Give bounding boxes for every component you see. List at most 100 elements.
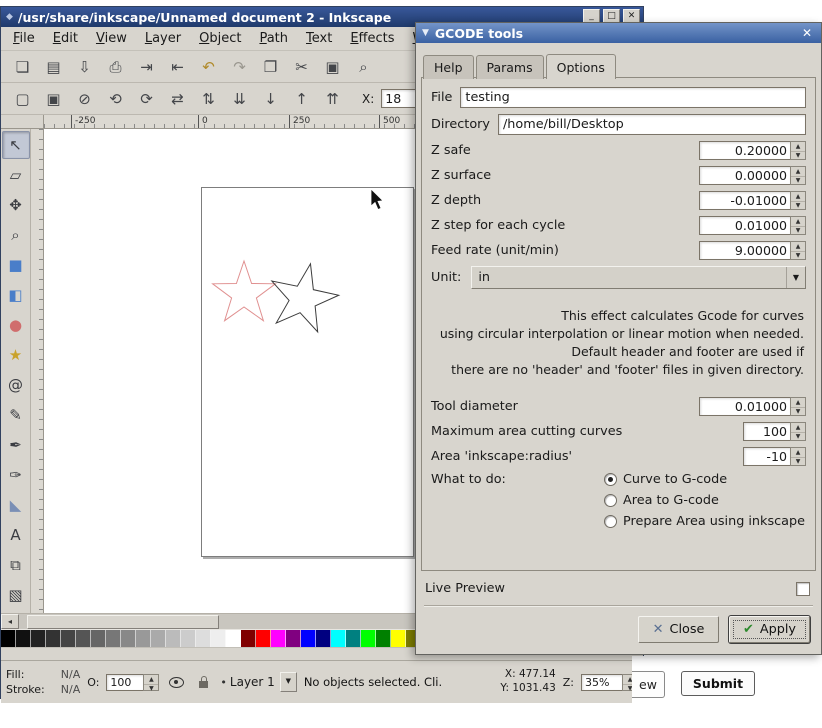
tool-diameter-spinner-buttons[interactable] bbox=[790, 397, 806, 416]
palette-swatch[interactable] bbox=[46, 630, 61, 647]
menu-item-text[interactable]: Text bbox=[297, 28, 341, 49]
ellipse-tool[interactable]: ● bbox=[2, 311, 30, 339]
selector-tool[interactable]: ↖ bbox=[1, 131, 30, 159]
cut-button[interactable]: ✂ bbox=[288, 53, 315, 80]
dock-arrow-icon[interactable]: ▼ bbox=[422, 28, 429, 38]
palette-swatch[interactable] bbox=[31, 630, 46, 647]
redo-button[interactable]: ↷ bbox=[226, 53, 253, 80]
dialog-titlebar[interactable]: ▼ GCODE tools ✕ bbox=[416, 23, 821, 43]
z-safe-spinner-buttons[interactable] bbox=[790, 141, 806, 160]
select-all-button[interactable]: ▢ bbox=[9, 85, 36, 112]
area-radius-input[interactable]: -10 bbox=[743, 447, 806, 466]
apply-button[interactable]: ✔ Apply bbox=[729, 616, 810, 643]
menu-item-edit[interactable]: Edit bbox=[44, 28, 87, 49]
radio-button[interactable] bbox=[604, 494, 617, 507]
palette-swatch[interactable] bbox=[376, 630, 391, 647]
node-tool[interactable]: ▱ bbox=[2, 161, 30, 189]
tool-diameter-input[interactable]: 0.01000 bbox=[699, 397, 806, 416]
palette-swatch[interactable] bbox=[391, 630, 406, 647]
print-button[interactable]: ⎙ bbox=[102, 53, 129, 80]
feed-rate-spinner-buttons[interactable] bbox=[790, 241, 806, 260]
palette-swatch[interactable] bbox=[271, 630, 286, 647]
palette-swatch[interactable] bbox=[346, 630, 361, 647]
palette-swatch[interactable] bbox=[151, 630, 166, 647]
radio-button-selected[interactable] bbox=[604, 473, 617, 486]
raise-button[interactable]: ↑ bbox=[288, 85, 315, 112]
gradient-tool[interactable]: ▧ bbox=[2, 581, 30, 609]
radio-option-prepare-area[interactable]: Prepare Area using inkscape bbox=[604, 514, 806, 529]
pink-star-shape[interactable] bbox=[211, 259, 277, 322]
flip-horizontal-button[interactable]: ⇄ bbox=[164, 85, 191, 112]
undo-button[interactable]: ↶ bbox=[195, 53, 222, 80]
z-surface-input[interactable]: 0.00000 bbox=[699, 166, 806, 185]
zoom-input[interactable]: 35% bbox=[581, 673, 638, 691]
palette-swatch[interactable] bbox=[286, 630, 301, 647]
rectangle-tool[interactable]: ■ bbox=[2, 251, 30, 279]
menu-item-effects[interactable]: Effects bbox=[341, 28, 403, 49]
palette-swatch[interactable] bbox=[91, 630, 106, 647]
export-button[interactable]: ⇤ bbox=[164, 53, 191, 80]
palette-swatch[interactable] bbox=[61, 630, 76, 647]
max-area-spinner-buttons[interactable] bbox=[790, 422, 806, 441]
menu-item-object[interactable]: Object bbox=[190, 28, 250, 49]
copy-button[interactable]: ❐ bbox=[257, 53, 284, 80]
layer-lock-toggle[interactable] bbox=[193, 672, 213, 692]
scroll-left-button[interactable]: ◂ bbox=[1, 614, 19, 629]
layer-visibility-toggle[interactable] bbox=[166, 672, 186, 692]
text-tool[interactable]: A bbox=[2, 521, 30, 549]
menu-item-path[interactable]: Path bbox=[250, 28, 297, 49]
new-document-button[interactable]: ❏ bbox=[9, 53, 36, 80]
dialog-close-icon[interactable]: ✕ bbox=[799, 26, 815, 40]
z-step-spinner-buttons[interactable] bbox=[790, 216, 806, 235]
z-depth-spinner-buttons[interactable] bbox=[790, 191, 806, 210]
rotate-ccw-button[interactable]: ⟲ bbox=[102, 85, 129, 112]
palette-swatch[interactable] bbox=[241, 630, 256, 647]
layer-dropdown-arrow[interactable]: ▼ bbox=[279, 672, 297, 692]
palette-swatch[interactable] bbox=[121, 630, 136, 647]
open-document-button[interactable]: ▤ bbox=[40, 53, 67, 80]
flip-vertical-button[interactable]: ⇅ bbox=[195, 85, 222, 112]
radio-option-area-to-gcode[interactable]: Area to G-code bbox=[604, 493, 806, 508]
vertical-ruler[interactable] bbox=[31, 129, 44, 613]
paste-button[interactable]: ▣ bbox=[319, 53, 346, 80]
tab-params[interactable]: Params bbox=[475, 55, 544, 79]
3dbox-tool[interactable]: ◧ bbox=[2, 281, 30, 309]
paint-bucket-tool[interactable]: ◣ bbox=[2, 491, 30, 519]
lower-button[interactable]: ↓ bbox=[257, 85, 284, 112]
radio-button[interactable] bbox=[604, 515, 617, 528]
palette-swatch[interactable] bbox=[76, 630, 91, 647]
star-tool[interactable]: ★ bbox=[2, 341, 30, 369]
combo-arrow-icon[interactable]: ▼ bbox=[785, 267, 805, 288]
z-safe-input[interactable]: 0.20000 bbox=[699, 141, 806, 160]
palette-swatch[interactable] bbox=[211, 630, 226, 647]
pen-tool[interactable]: ✒ bbox=[2, 431, 30, 459]
palette-swatch[interactable] bbox=[16, 630, 31, 647]
palette-swatch[interactable] bbox=[226, 630, 241, 647]
area-radius-spinner-buttons[interactable] bbox=[790, 447, 806, 466]
rotate-cw-button[interactable]: ⟳ bbox=[133, 85, 160, 112]
deselect-button[interactable]: ⊘ bbox=[71, 85, 98, 112]
lower-to-bottom-button[interactable]: ⇊ bbox=[226, 85, 253, 112]
palette-swatch[interactable] bbox=[1, 630, 16, 647]
layer-selector[interactable]: • Layer 1 ▼ bbox=[220, 672, 297, 692]
menu-item-layer[interactable]: Layer bbox=[136, 28, 190, 49]
zoom-drawing-button[interactable]: ⌕ bbox=[350, 53, 377, 80]
spiral-tool[interactable]: @ bbox=[2, 371, 30, 399]
palette-swatch[interactable] bbox=[316, 630, 331, 647]
tab-help[interactable]: Help bbox=[423, 55, 474, 79]
radio-option-curve-to-gcode[interactable]: Curve to G-code bbox=[604, 472, 806, 487]
opacity-input[interactable]: 100 bbox=[106, 673, 160, 691]
calligraphy-tool[interactable]: ✑ bbox=[2, 461, 30, 489]
connector-tool[interactable]: ⧉ bbox=[2, 551, 30, 579]
file-input[interactable]: testing bbox=[460, 87, 806, 108]
palette-swatch[interactable] bbox=[361, 630, 376, 647]
dialog-close-button[interactable]: ✕ Close bbox=[638, 616, 719, 643]
feed-rate-input[interactable]: 9.00000 bbox=[699, 241, 806, 260]
live-preview-checkbox[interactable] bbox=[796, 581, 810, 596]
tab-options[interactable]: Options bbox=[545, 54, 616, 79]
select-all-layers-button[interactable]: ▣ bbox=[40, 85, 67, 112]
palette-swatch[interactable] bbox=[256, 630, 271, 647]
palette-swatch[interactable] bbox=[301, 630, 316, 647]
palette-swatch[interactable] bbox=[136, 630, 151, 647]
directory-input[interactable]: /home/bill/Desktop bbox=[497, 114, 806, 135]
